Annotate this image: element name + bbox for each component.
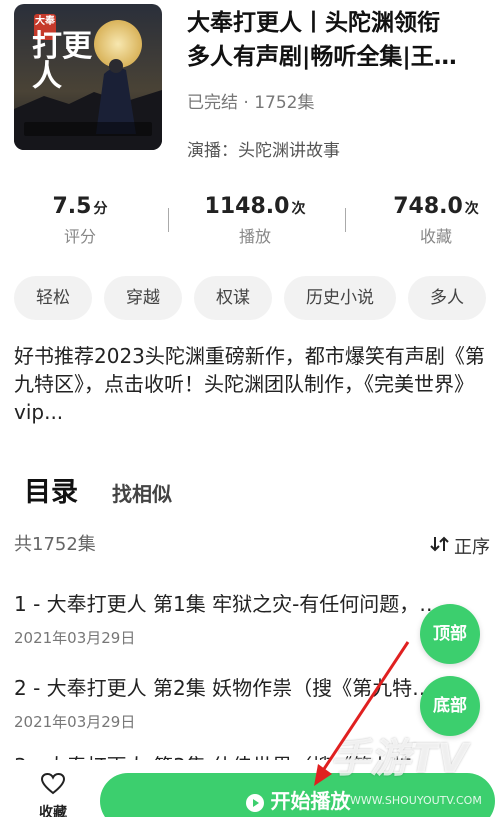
book-status: 已完结 · 1752集	[187, 93, 315, 113]
stat-rating: 7.5 分 评分	[40, 194, 120, 247]
scroll-top-button[interactable]: 顶部	[420, 604, 480, 664]
stat-rating-label: 评分	[63, 227, 96, 246]
favorite-button[interactable]: 收藏	[28, 772, 78, 817]
stat-favorites-value: 748.0 次	[393, 194, 479, 219]
tag-chip[interactable]: 历史小说	[284, 276, 396, 320]
episode-title: 1 - 大奉打更人 第1集 牢狱之灾-有任何问题，…	[14, 592, 440, 616]
book-title-line1: 大奉打更人丨头陀渊领衔	[187, 10, 440, 36]
sort-button[interactable]: 正序	[430, 533, 490, 559]
stat-divider	[345, 208, 346, 232]
book-title: 大奉打更人丨头陀渊领衔 多人有声剧|畅听全集|王…	[187, 6, 495, 74]
stat-favorites: 748.0 次 收藏	[380, 194, 492, 247]
stat-favorites-label: 收藏	[419, 227, 452, 246]
watermark-url: WWW.SHOUYOUTV.COM	[350, 794, 482, 807]
tag-chip[interactable]: 穿越	[104, 276, 182, 320]
heart-icon	[40, 772, 66, 795]
stat-plays-label: 播放	[238, 227, 271, 246]
sort-label: 正序	[454, 537, 490, 558]
stat-plays: 1148.0 次 播放	[195, 194, 315, 247]
tag-chip[interactable]: 权谋	[194, 276, 272, 320]
start-play-label: 开始播放	[270, 789, 351, 813]
book-cover: 大奉 打更人	[14, 4, 162, 150]
stat-rating-value: 7.5 分	[52, 194, 108, 219]
book-title-line2: 多人有声剧|畅听全集|王…	[187, 44, 457, 70]
tag-chip[interactable]: 多人	[408, 276, 486, 320]
book-description[interactable]: 好书推荐2023头陀渊重磅新作，都市爆笑有声剧《第九特区》，点击收听！头陀渊团队…	[14, 342, 492, 426]
stat-plays-value: 1148.0 次	[204, 194, 306, 219]
episode-count: 共1752集	[14, 534, 96, 555]
cover-title: 打更人	[32, 29, 92, 94]
watermark-logo: 手游TV	[330, 736, 469, 782]
stat-divider	[168, 208, 169, 232]
tag-chip[interactable]: 轻松	[14, 276, 92, 320]
narrator-link[interactable]: 演播：头陀渊讲故事	[187, 136, 340, 161]
toc-tab[interactable]: 目录	[24, 470, 78, 509]
tag-list: 轻松 穿越 权谋 历史小说 多人	[14, 276, 495, 320]
favorite-label: 收藏	[39, 805, 67, 817]
cover-badge: 大奉	[35, 16, 55, 27]
play-icon	[245, 793, 264, 812]
find-similar-tab[interactable]: 找相似	[112, 478, 172, 507]
sort-icon	[430, 535, 454, 558]
stats-row: 7.5 分 评分 1148.0 次 播放 748.0 次 收藏	[0, 194, 495, 254]
